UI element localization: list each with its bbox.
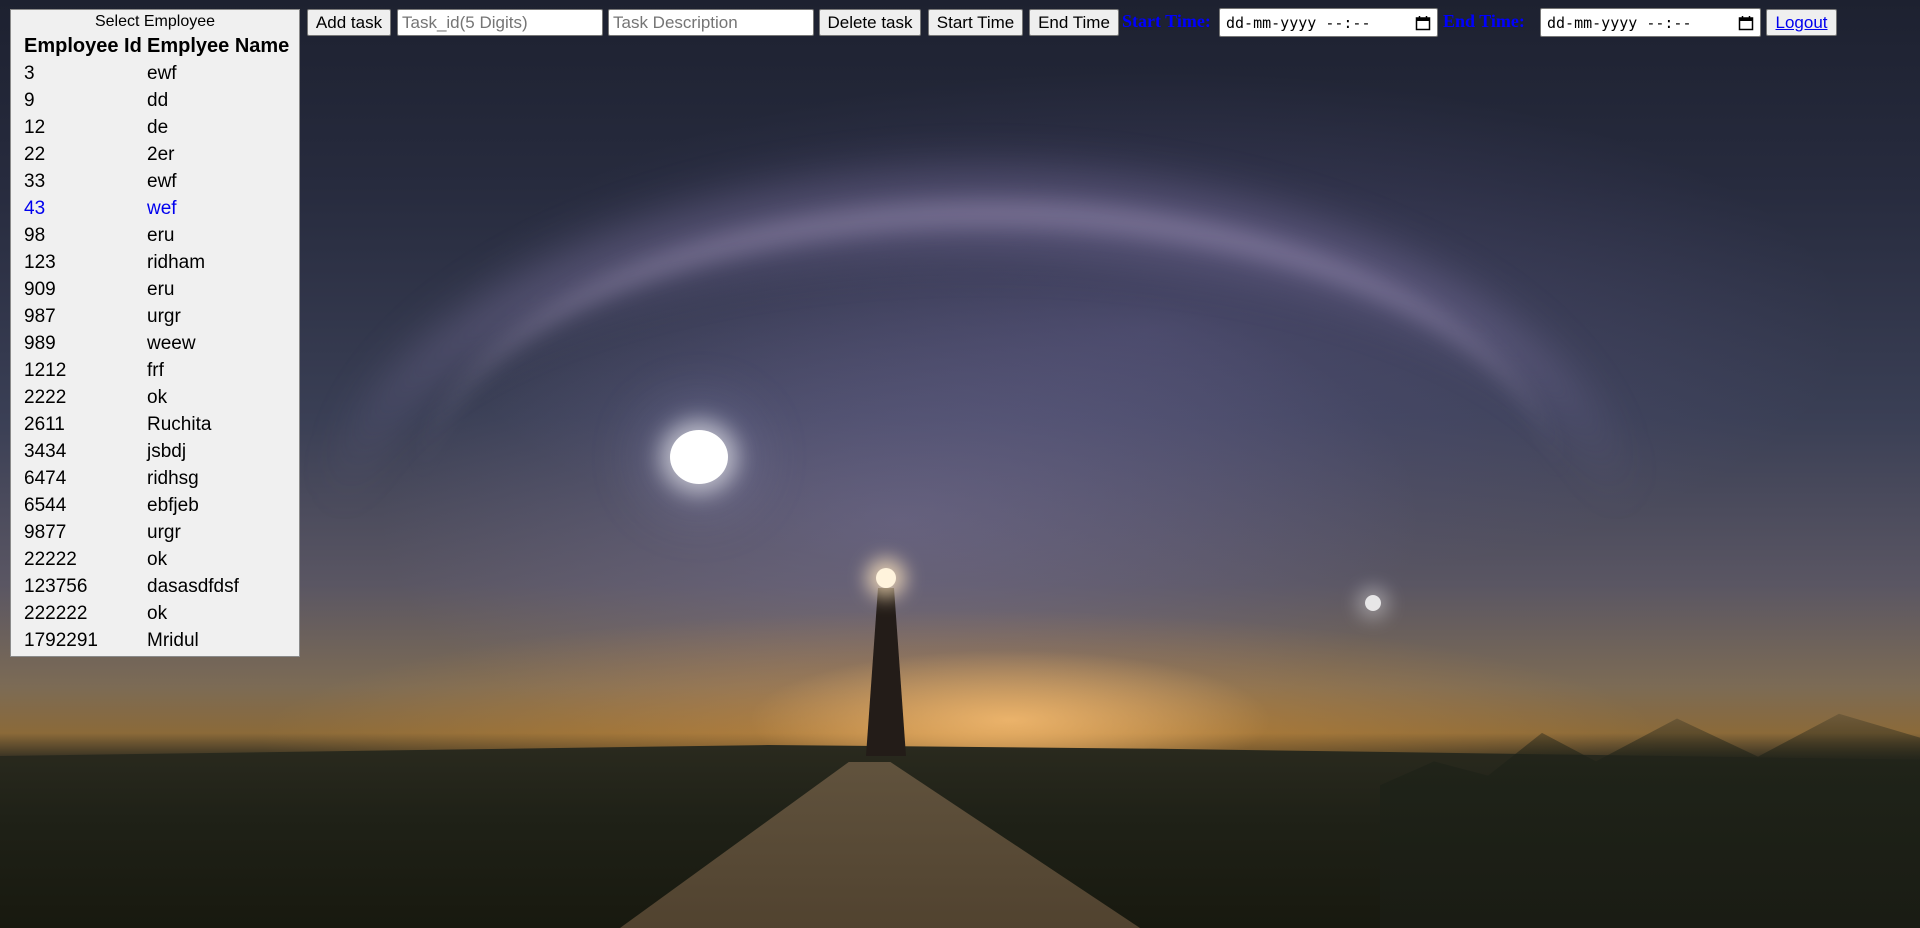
employee-name-cell: 2er: [147, 144, 175, 165]
employee-id-cell: 123: [24, 252, 56, 273]
milky-way-core: [420, 200, 1560, 788]
employee-row[interactable]: 987 urgr: [11, 303, 299, 330]
employee-id-cell: 3: [24, 63, 35, 84]
employee-id-cell: 6474: [24, 468, 67, 489]
task-description-input[interactable]: [608, 9, 814, 36]
employee-row[interactable]: 123756 dasasdfdsf: [11, 573, 299, 600]
employee-name-cell: de: [147, 117, 169, 138]
employee-name-cell: dd: [147, 90, 169, 111]
employee-row[interactable]: 33 ewf: [11, 168, 299, 195]
header-employee-id: Employee Id: [24, 35, 142, 57]
employee-name-cell: weew: [147, 333, 196, 354]
employee-id-cell: 43: [24, 198, 46, 219]
start-time-label: Start Time:: [1122, 11, 1211, 31]
employee-name-cell: ridhsg: [147, 468, 199, 489]
employee-id-cell: 6544: [24, 495, 67, 516]
employee-row[interactable]: 989 weew: [11, 330, 299, 357]
bright-star: [1365, 595, 1381, 611]
employee-name-cell: jsbdj: [147, 441, 187, 462]
employee-id-cell: 22: [24, 144, 46, 165]
employee-id-cell: 33: [24, 171, 46, 192]
employee-name-cell: ridham: [147, 252, 206, 273]
logout-button[interactable]: Logout: [1766, 9, 1837, 36]
employee-row[interactable]: 6544 ebfjeb: [11, 492, 299, 519]
employee-id-cell: 2222: [24, 387, 67, 408]
end-time-button[interactable]: End Time: [1029, 9, 1119, 36]
delete-task-button[interactable]: Delete task: [819, 9, 921, 36]
employee-row[interactable]: 909 eru: [11, 276, 299, 303]
employee-name-cell: urgr: [147, 522, 181, 543]
employee-id-cell: 1212: [24, 360, 67, 381]
employee-id-cell: 2611: [24, 414, 65, 435]
employee-id-cell: 987: [24, 306, 56, 327]
employee-name-cell: wef: [147, 198, 177, 219]
employee-name-cell: ok: [147, 387, 168, 408]
employee-id-cell: 989: [24, 333, 56, 354]
logout-link[interactable]: Logout: [1776, 13, 1828, 33]
employee-row[interactable]: 1212 frf: [11, 357, 299, 384]
start-time-value: dd-mm-yyyy --:--: [1226, 13, 1371, 32]
employee-name-cell: eru: [147, 279, 175, 300]
employee-name-cell: urgr: [147, 306, 181, 327]
employee-list: 3 ewf 9 dd 12 de 22 2er 33 ewf 43 wef 98 eru 123 ridham…: [11, 60, 299, 654]
employee-name-cell: ewf: [147, 63, 177, 84]
employee-name-cell: frf: [147, 360, 164, 381]
calendar-icon[interactable]: [1738, 15, 1754, 31]
employee-row[interactable]: 9 dd: [11, 87, 299, 114]
end-time-picker[interactable]: dd-mm-yyyy --:--: [1540, 8, 1761, 37]
employee-name-cell: ok: [147, 549, 168, 570]
lighthouse-lamp: [876, 568, 896, 588]
end-time-label: End Time:: [1443, 11, 1525, 31]
employee-name-cell: eru: [147, 225, 175, 246]
employee-id-cell: 3434: [24, 441, 67, 462]
employee-row[interactable]: 222222 ok: [11, 600, 299, 627]
employee-row[interactable]: 2222 ok: [11, 384, 299, 411]
employee-id-cell: 909: [24, 279, 56, 300]
start-time-button[interactable]: Start Time: [928, 9, 1023, 36]
employee-id-cell: 22222: [24, 549, 77, 570]
employee-row[interactable]: 22222 ok: [11, 546, 299, 573]
moon: [670, 430, 728, 484]
employee-row[interactable]: 43 wef: [11, 195, 299, 222]
header-employee-name: Emplyee Name: [147, 35, 290, 57]
employee-row[interactable]: 9877 urgr: [11, 519, 299, 546]
employee-id-cell: 98: [24, 225, 46, 246]
end-time-value: dd-mm-yyyy --:--: [1547, 13, 1692, 32]
employee-row[interactable]: 98 eru: [11, 222, 299, 249]
employee-name-cell: Mridul: [147, 630, 199, 651]
employee-name-cell: dasasdfdsf: [147, 576, 239, 597]
add-task-button[interactable]: Add task: [307, 9, 391, 36]
employee-id-cell: 1792291: [24, 630, 98, 651]
employee-name-cell: ok: [147, 603, 168, 624]
employee-id-cell: 222222: [24, 603, 88, 624]
employee-name-cell: ebfjeb: [147, 495, 199, 516]
employee-row[interactable]: 3 ewf: [11, 60, 299, 87]
calendar-icon[interactable]: [1415, 15, 1431, 31]
employee-name-cell: Ruchita: [147, 414, 212, 435]
employee-name-cell: ewf: [147, 171, 177, 192]
employee-id-cell: 9: [24, 90, 35, 111]
panel-title: Select Employee: [94, 13, 216, 30]
employee-id-cell: 12: [24, 117, 46, 138]
task-id-input[interactable]: [397, 9, 603, 36]
employee-row[interactable]: 2611 Ruchita: [11, 411, 299, 438]
employee-row[interactable]: 6474 ridhsg: [11, 465, 299, 492]
employee-panel: Select Employee Employee Id Emplyee Name…: [10, 9, 300, 657]
employee-id-cell: 9877: [24, 522, 67, 543]
table-header-row: Employee Id Emplyee Name: [11, 32, 299, 60]
employee-id-cell: 123756: [24, 576, 88, 597]
employee-row[interactable]: 22 2er: [11, 141, 299, 168]
employee-row[interactable]: 3434 jsbdj: [11, 438, 299, 465]
employee-row[interactable]: 1792291 Mridul: [11, 627, 299, 654]
employee-row[interactable]: 123 ridham: [11, 249, 299, 276]
employee-row[interactable]: 12 de: [11, 114, 299, 141]
start-time-picker[interactable]: dd-mm-yyyy --:--: [1219, 8, 1438, 37]
